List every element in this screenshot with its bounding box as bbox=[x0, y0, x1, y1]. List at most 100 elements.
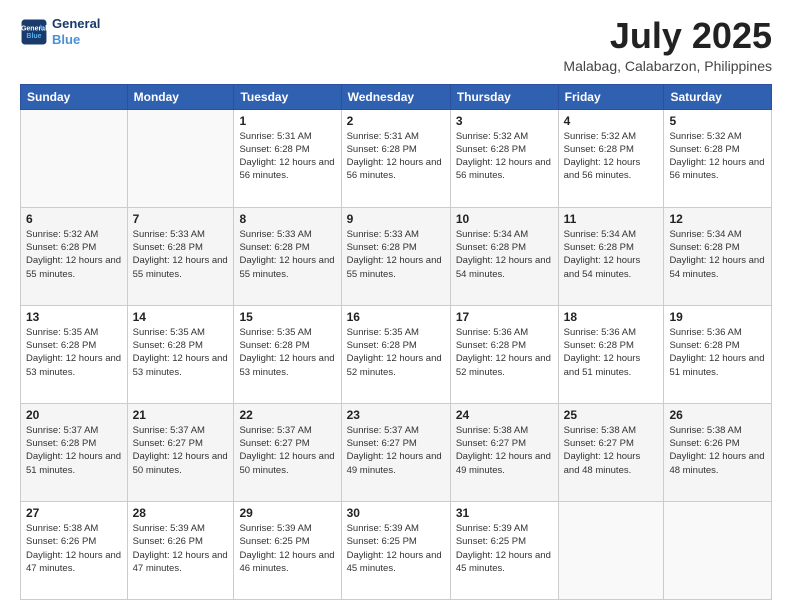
calendar-cell: 28 Sunrise: 5:39 AMSunset: 6:26 PMDayligh… bbox=[127, 501, 234, 599]
weekday-monday: Monday bbox=[127, 84, 234, 109]
day-info: Sunrise: 5:34 AMSunset: 6:28 PMDaylight:… bbox=[456, 228, 553, 281]
week-row-2: 6 Sunrise: 5:32 AMSunset: 6:28 PMDaylight… bbox=[21, 207, 772, 305]
calendar-cell: 16Sunrise: 5:35 AMSunset: 6:28 PMDayligh… bbox=[341, 305, 450, 403]
day-info: Sunrise: 5:32 AMSunset: 6:28 PMDaylight:… bbox=[669, 130, 766, 183]
day-info: Sunrise: 5:37 AMSunset: 6:27 PMDaylight:… bbox=[133, 424, 229, 477]
calendar-cell: 11Sunrise: 5:34 AMSunset: 6:28 PMDayligh… bbox=[558, 207, 664, 305]
month-title: July 2025 bbox=[563, 16, 772, 56]
day-info: Sunrise: 5:34 AMSunset: 6:28 PMDaylight:… bbox=[564, 228, 659, 281]
calendar-cell: 22 Sunrise: 5:37 AMSunset: 6:27 PMDayligh… bbox=[234, 403, 341, 501]
day-number: 27 bbox=[26, 506, 122, 520]
calendar-cell: 20 Sunrise: 5:37 AMSunset: 6:28 PMDayligh… bbox=[21, 403, 128, 501]
day-info: Sunrise: 5:39 AMSunset: 6:25 PMDaylight:… bbox=[239, 522, 335, 575]
day-info: Sunrise: 5:36 AMSunset: 6:28 PMDaylight:… bbox=[669, 326, 766, 379]
day-number: 24 bbox=[456, 408, 553, 422]
day-number: 6 bbox=[26, 212, 122, 226]
day-number: 12 bbox=[669, 212, 766, 226]
day-number: 20 bbox=[26, 408, 122, 422]
calendar-cell: 18 Sunrise: 5:36 AMSunset: 6:28 PMDayligh… bbox=[558, 305, 664, 403]
day-info: Sunrise: 5:37 AMSunset: 6:27 PMDaylight:… bbox=[347, 424, 445, 477]
weekday-sunday: Sunday bbox=[21, 84, 128, 109]
day-number: 14 bbox=[133, 310, 229, 324]
weekday-wednesday: Wednesday bbox=[341, 84, 450, 109]
week-row-1: 1 Sunrise: 5:31 AMSunset: 6:28 PMDaylight… bbox=[21, 109, 772, 207]
header: General Blue General Blue July 2025 Mala… bbox=[20, 16, 772, 74]
weekday-saturday: Saturday bbox=[664, 84, 772, 109]
day-number: 29 bbox=[239, 506, 335, 520]
day-info: Sunrise: 5:37 AMSunset: 6:28 PMDaylight:… bbox=[26, 424, 122, 477]
calendar-cell: 30Sunrise: 5:39 AMSunset: 6:25 PMDayligh… bbox=[341, 501, 450, 599]
calendar-cell: 31Sunrise: 5:39 AMSunset: 6:25 PMDayligh… bbox=[450, 501, 558, 599]
calendar-cell: 12Sunrise: 5:34 AMSunset: 6:28 PMDayligh… bbox=[664, 207, 772, 305]
calendar-cell: 24Sunrise: 5:38 AMSunset: 6:27 PMDayligh… bbox=[450, 403, 558, 501]
day-number: 19 bbox=[669, 310, 766, 324]
calendar-cell: 23 Sunrise: 5:37 AMSunset: 6:27 PMDayligh… bbox=[341, 403, 450, 501]
day-info: Sunrise: 5:35 AMSunset: 6:28 PMDaylight:… bbox=[347, 326, 445, 379]
calendar-cell: 15 Sunrise: 5:35 AMSunset: 6:28 PMDayligh… bbox=[234, 305, 341, 403]
calendar-page: General Blue General Blue July 2025 Mala… bbox=[0, 0, 792, 612]
day-info: Sunrise: 5:35 AMSunset: 6:28 PMDaylight:… bbox=[239, 326, 335, 379]
title-block: July 2025 Malabag, Calabarzon, Philippin… bbox=[563, 16, 772, 74]
calendar-cell: 4 Sunrise: 5:32 AMSunset: 6:28 PMDaylight… bbox=[558, 109, 664, 207]
day-number: 17 bbox=[456, 310, 553, 324]
logo-icon: General Blue bbox=[20, 18, 48, 46]
day-number: 15 bbox=[239, 310, 335, 324]
weekday-friday: Friday bbox=[558, 84, 664, 109]
day-info: Sunrise: 5:33 AMSunset: 6:28 PMDaylight:… bbox=[347, 228, 445, 281]
calendar-cell bbox=[127, 109, 234, 207]
calendar-cell: 17Sunrise: 5:36 AMSunset: 6:28 PMDayligh… bbox=[450, 305, 558, 403]
day-info: Sunrise: 5:39 AMSunset: 6:26 PMDaylight:… bbox=[133, 522, 229, 575]
day-number: 28 bbox=[133, 506, 229, 520]
day-number: 9 bbox=[347, 212, 445, 226]
day-info: Sunrise: 5:35 AMSunset: 6:28 PMDaylight:… bbox=[133, 326, 229, 379]
calendar-cell: 29 Sunrise: 5:39 AMSunset: 6:25 PMDayligh… bbox=[234, 501, 341, 599]
calendar-cell: 26 Sunrise: 5:38 AMSunset: 6:26 PMDayligh… bbox=[664, 403, 772, 501]
calendar-cell: 13Sunrise: 5:35 AMSunset: 6:28 PMDayligh… bbox=[21, 305, 128, 403]
day-number: 1 bbox=[239, 114, 335, 128]
calendar-cell: 2Sunrise: 5:31 AMSunset: 6:28 PMDaylight… bbox=[341, 109, 450, 207]
day-info: Sunrise: 5:32 AMSunset: 6:28 PMDaylight:… bbox=[456, 130, 553, 183]
week-row-4: 20 Sunrise: 5:37 AMSunset: 6:28 PMDayligh… bbox=[21, 403, 772, 501]
day-info: Sunrise: 5:33 AMSunset: 6:28 PMDaylight:… bbox=[239, 228, 335, 281]
calendar-cell: 14 Sunrise: 5:35 AMSunset: 6:28 PMDayligh… bbox=[127, 305, 234, 403]
day-info: Sunrise: 5:37 AMSunset: 6:27 PMDaylight:… bbox=[239, 424, 335, 477]
day-number: 8 bbox=[239, 212, 335, 226]
calendar-cell: 8 Sunrise: 5:33 AMSunset: 6:28 PMDaylight… bbox=[234, 207, 341, 305]
day-number: 25 bbox=[564, 408, 659, 422]
logo-text: General Blue bbox=[52, 16, 100, 47]
logo: General Blue General Blue bbox=[20, 16, 100, 47]
calendar-cell: 6 Sunrise: 5:32 AMSunset: 6:28 PMDaylight… bbox=[21, 207, 128, 305]
day-info: Sunrise: 5:32 AMSunset: 6:28 PMDaylight:… bbox=[26, 228, 122, 281]
location-title: Malabag, Calabarzon, Philippines bbox=[563, 58, 772, 74]
calendar-cell: 9 Sunrise: 5:33 AMSunset: 6:28 PMDaylight… bbox=[341, 207, 450, 305]
day-number: 23 bbox=[347, 408, 445, 422]
day-info: Sunrise: 5:32 AMSunset: 6:28 PMDaylight:… bbox=[564, 130, 659, 183]
day-number: 4 bbox=[564, 114, 659, 128]
calendar-cell: 1 Sunrise: 5:31 AMSunset: 6:28 PMDaylight… bbox=[234, 109, 341, 207]
calendar-cell bbox=[558, 501, 664, 599]
day-info: Sunrise: 5:38 AMSunset: 6:26 PMDaylight:… bbox=[669, 424, 766, 477]
day-number: 7 bbox=[133, 212, 229, 226]
day-number: 2 bbox=[347, 114, 445, 128]
calendar-cell: 27 Sunrise: 5:38 AMSunset: 6:26 PMDayligh… bbox=[21, 501, 128, 599]
weekday-thursday: Thursday bbox=[450, 84, 558, 109]
day-number: 26 bbox=[669, 408, 766, 422]
day-number: 30 bbox=[347, 506, 445, 520]
day-info: Sunrise: 5:35 AMSunset: 6:28 PMDaylight:… bbox=[26, 326, 122, 379]
day-info: Sunrise: 5:33 AMSunset: 6:28 PMDaylight:… bbox=[133, 228, 229, 281]
day-info: Sunrise: 5:39 AMSunset: 6:25 PMDaylight:… bbox=[456, 522, 553, 575]
day-info: Sunrise: 5:38 AMSunset: 6:26 PMDaylight:… bbox=[26, 522, 122, 575]
day-number: 22 bbox=[239, 408, 335, 422]
day-info: Sunrise: 5:36 AMSunset: 6:28 PMDaylight:… bbox=[564, 326, 659, 379]
day-info: Sunrise: 5:38 AMSunset: 6:27 PMDaylight:… bbox=[564, 424, 659, 477]
calendar-cell: 7 Sunrise: 5:33 AMSunset: 6:28 PMDaylight… bbox=[127, 207, 234, 305]
calendar-cell: 21Sunrise: 5:37 AMSunset: 6:27 PMDayligh… bbox=[127, 403, 234, 501]
day-info: Sunrise: 5:31 AMSunset: 6:28 PMDaylight:… bbox=[239, 130, 335, 183]
calendar-cell: 10Sunrise: 5:34 AMSunset: 6:28 PMDayligh… bbox=[450, 207, 558, 305]
calendar-cell: 5Sunrise: 5:32 AMSunset: 6:28 PMDaylight… bbox=[664, 109, 772, 207]
weekday-tuesday: Tuesday bbox=[234, 84, 341, 109]
day-number: 18 bbox=[564, 310, 659, 324]
svg-text:Blue: Blue bbox=[26, 33, 41, 40]
calendar-cell: 3Sunrise: 5:32 AMSunset: 6:28 PMDaylight… bbox=[450, 109, 558, 207]
week-row-3: 13Sunrise: 5:35 AMSunset: 6:28 PMDayligh… bbox=[21, 305, 772, 403]
